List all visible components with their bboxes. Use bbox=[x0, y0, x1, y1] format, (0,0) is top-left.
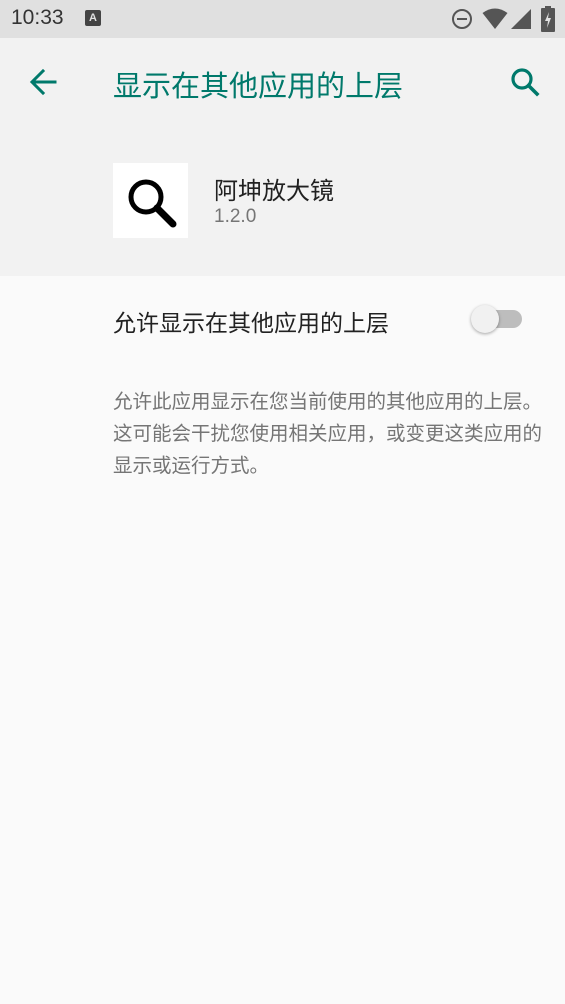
status-bar: 10:33 A bbox=[0, 0, 565, 38]
app-icon bbox=[113, 163, 188, 238]
battery-charging-icon bbox=[541, 6, 555, 32]
do-not-disturb-icon bbox=[452, 9, 472, 29]
page-title: 显示在其他应用的上层 bbox=[113, 69, 404, 103]
permission-toggle-label: 允许显示在其他应用的上层 bbox=[113, 311, 389, 337]
magnifier-icon bbox=[128, 179, 177, 228]
search-button[interactable] bbox=[505, 62, 545, 102]
arrow-back-icon bbox=[29, 68, 57, 96]
app-header: 显示在其他应用的上层 阿坤放大镜 1.2.0 bbox=[0, 38, 565, 276]
back-button[interactable] bbox=[24, 62, 64, 102]
app-name: 阿坤放大镜 bbox=[214, 177, 334, 205]
notification-a-icon: A bbox=[85, 10, 101, 26]
permission-switch[interactable] bbox=[470, 304, 526, 334]
permission-toggle-row[interactable]: 允许显示在其他应用的上层 bbox=[0, 276, 565, 362]
signal-icon bbox=[511, 9, 531, 29]
switch-thumb bbox=[471, 305, 499, 333]
status-time: 10:33 bbox=[11, 6, 64, 29]
permission-description: 允许此应用显示在您当前使用的其他应用的上层。这可能会干扰您使用相关应用，或变更这… bbox=[113, 390, 543, 477]
search-icon bbox=[511, 68, 540, 97]
wifi-icon bbox=[482, 8, 508, 29]
app-version: 1.2.0 bbox=[214, 206, 257, 227]
